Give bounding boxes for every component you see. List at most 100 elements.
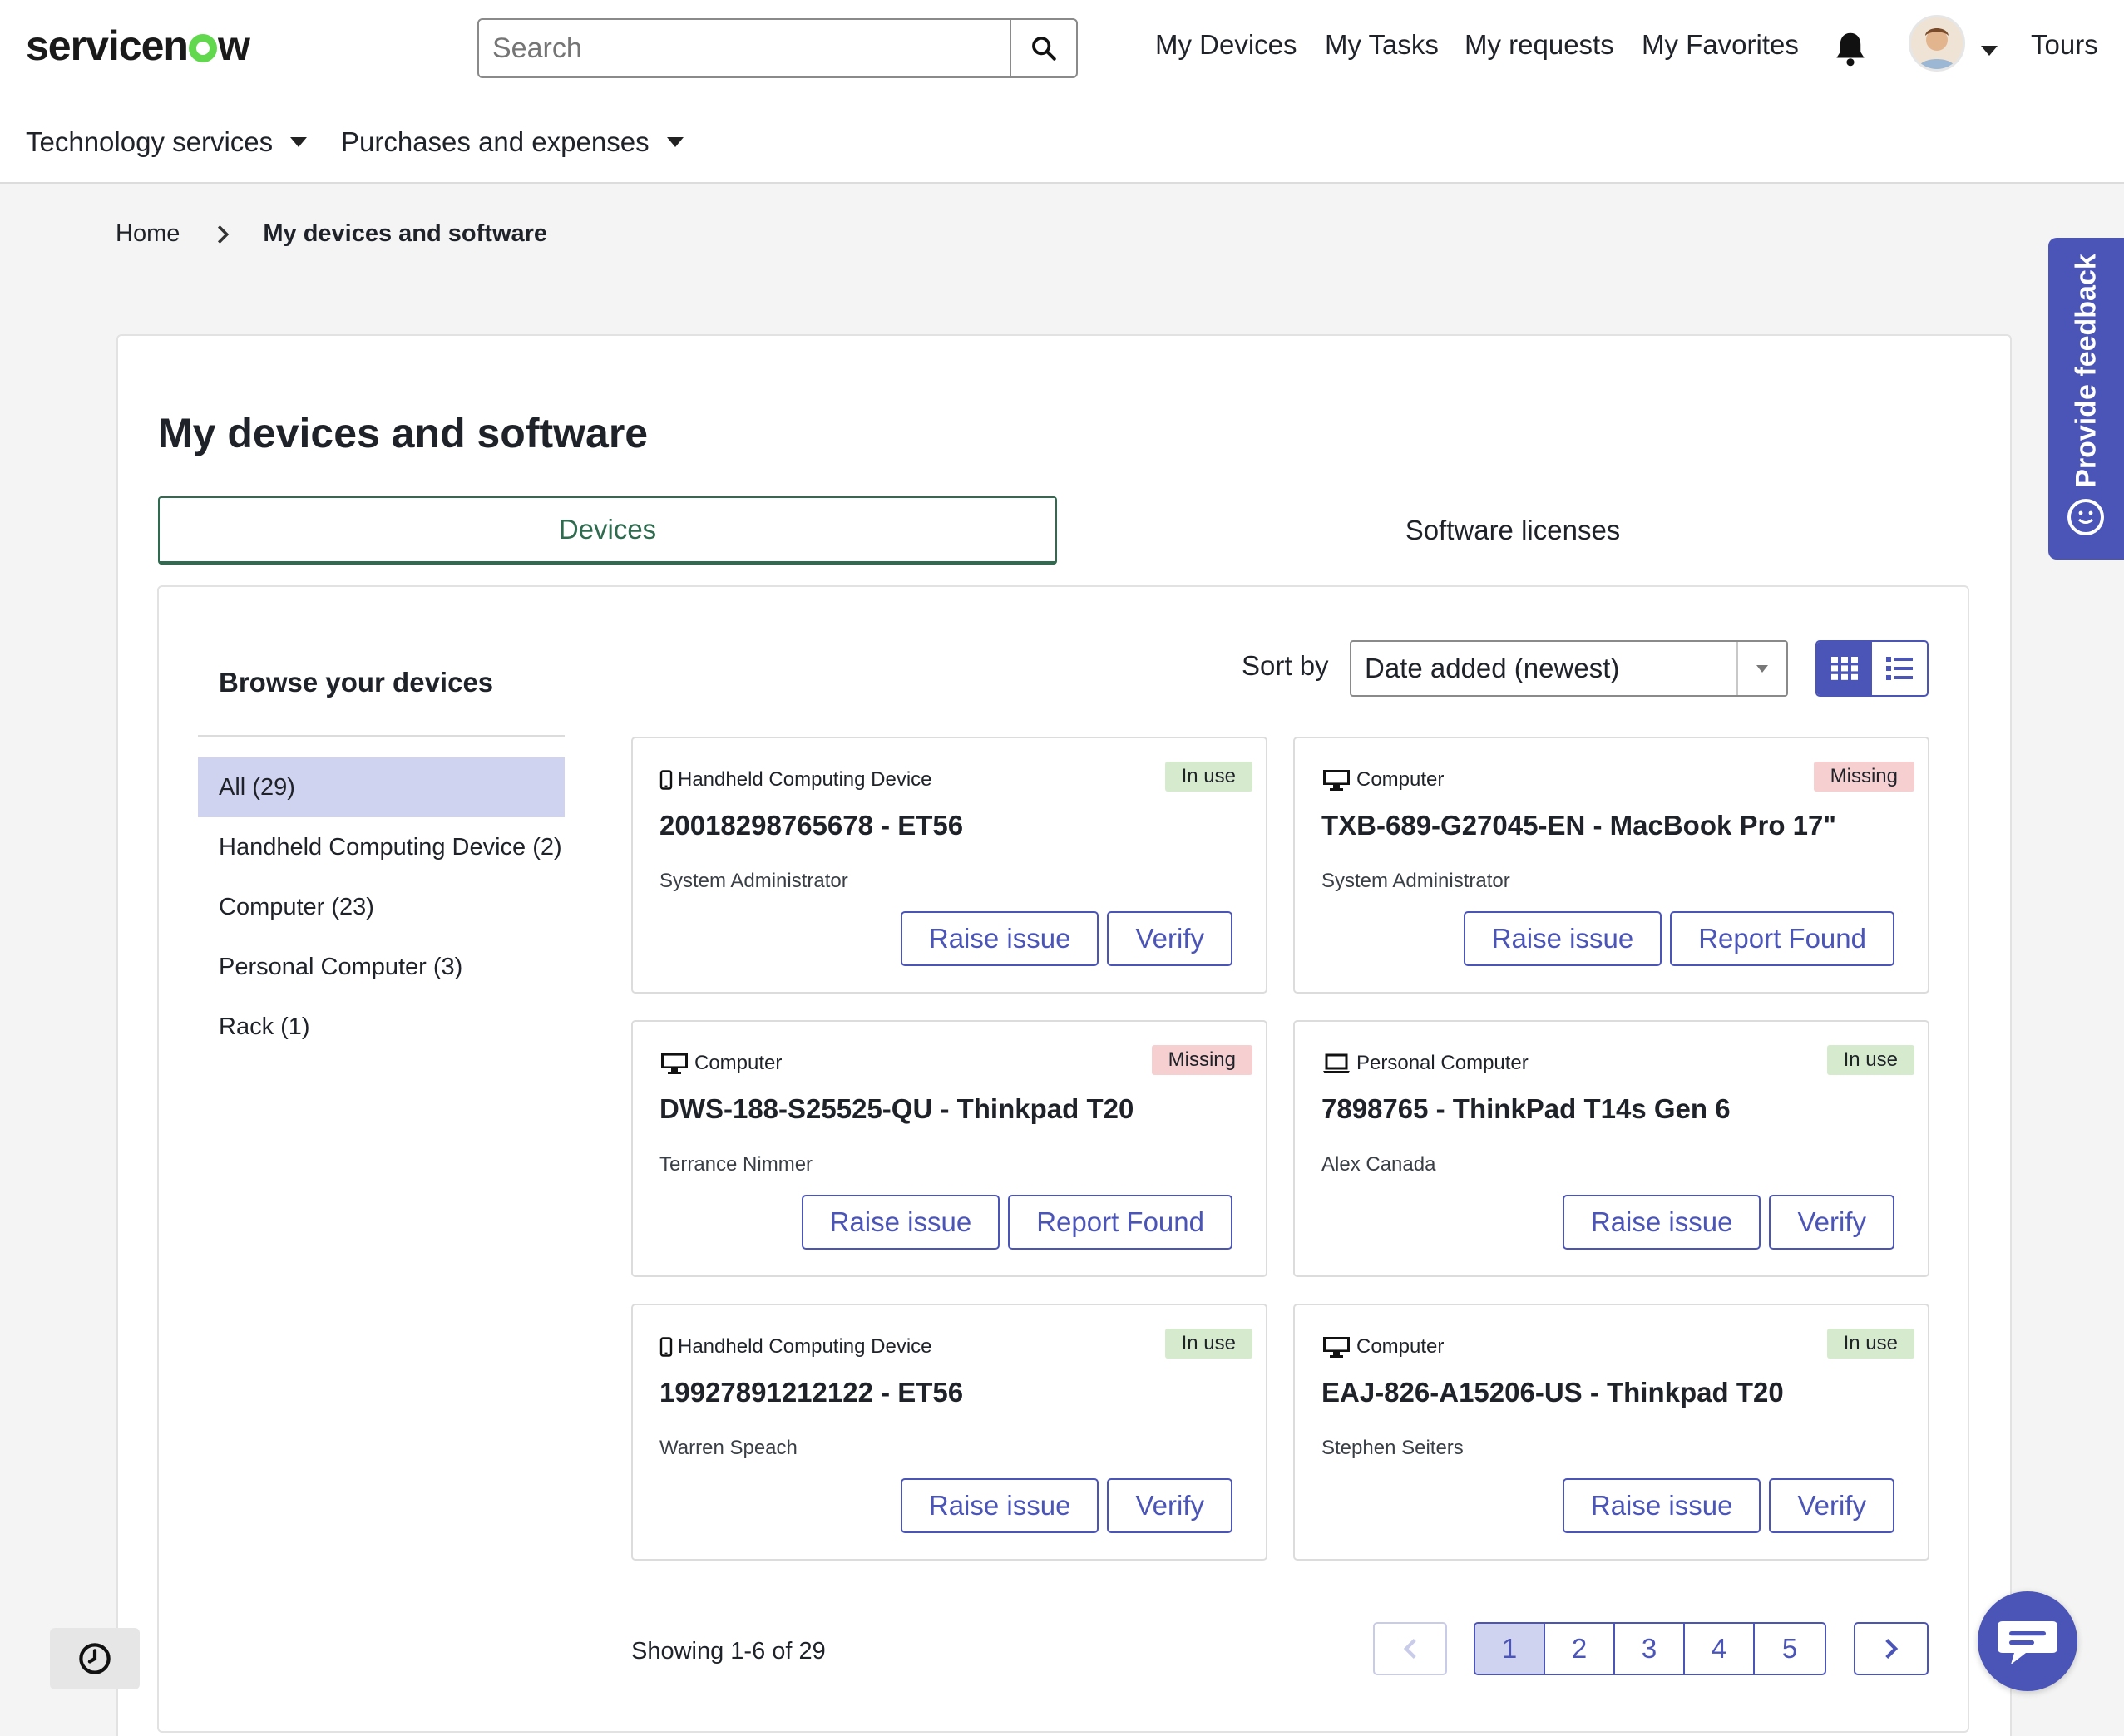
device-type-label: Handheld Computing Device — [678, 768, 932, 791]
user-menu-caret-icon[interactable] — [1981, 46, 1998, 56]
device-card: Computer In use EAJ-826-A15206-US - Thin… — [1293, 1304, 1929, 1561]
feedback-label: Provide feedback — [2070, 254, 2102, 488]
nav-my-devices[interactable]: My Devices — [1155, 29, 1297, 61]
device-card: Personal Computer In use 7898765 - Think… — [1293, 1020, 1929, 1277]
page-2-button[interactable]: 2 — [1545, 1624, 1615, 1674]
verify-button[interactable]: Verify — [1769, 1195, 1894, 1250]
raise-issue-button[interactable]: Raise issue — [1562, 1478, 1761, 1533]
logo-text: servicen — [26, 22, 189, 69]
device-card: Computer Missing DWS-188-S25525-QU - Thi… — [631, 1020, 1267, 1277]
monitor-icon — [1323, 770, 1350, 791]
monitor-icon — [661, 1053, 688, 1074]
raise-issue-button[interactable]: Raise issue — [1562, 1195, 1761, 1250]
mobile-icon — [659, 770, 673, 790]
raise-issue-button[interactable]: Raise issue — [900, 1478, 1099, 1533]
bell-icon — [1836, 32, 1865, 67]
filter-computer[interactable]: Computer (23) — [198, 877, 565, 937]
raise-issue-button[interactable]: Raise issue — [900, 911, 1099, 966]
next-page-button[interactable] — [1854, 1622, 1929, 1675]
prev-page-button[interactable] — [1373, 1622, 1447, 1675]
device-name[interactable]: EAJ-826-A15206-US - Thinkpad T20 — [1321, 1377, 1784, 1408]
device-name[interactable]: DWS-188-S25525-QU - Thinkpad T20 — [659, 1093, 1134, 1125]
device-type: Handheld Computing Device — [659, 1335, 932, 1359]
status-badge: Missing — [1151, 1045, 1252, 1075]
device-type-label: Computer — [1356, 768, 1445, 791]
filter-all[interactable]: All (29) — [198, 757, 565, 817]
search-icon — [1032, 37, 1056, 61]
page-4-button[interactable]: 4 — [1685, 1624, 1755, 1674]
page-3-button[interactable]: 3 — [1615, 1624, 1685, 1674]
device-name[interactable]: 19927891212122 - ET56 — [659, 1377, 963, 1408]
page-1-button[interactable]: 1 — [1475, 1624, 1545, 1674]
user-avatar[interactable] — [1909, 15, 1965, 72]
list-view-button[interactable] — [1872, 642, 1927, 695]
chat-button[interactable] — [1978, 1591, 2077, 1691]
top-header: servicen w My Devices My Tasks My request… — [0, 0, 2124, 184]
device-type-label: Handheld Computing Device — [678, 1335, 932, 1358]
user-photo-icon — [1911, 17, 1963, 69]
verify-button[interactable]: Verify — [1107, 911, 1232, 966]
nav-my-tasks[interactable]: My Tasks — [1325, 29, 1439, 61]
breadcrumb: Home My devices and software — [116, 220, 547, 248]
status-badge: In use — [1826, 1045, 1914, 1075]
report-found-button[interactable]: Report Found — [1670, 911, 1894, 966]
search-input[interactable] — [479, 20, 1010, 76]
chevron-down-icon — [666, 137, 684, 147]
device-type: Personal Computer — [1321, 1052, 1529, 1075]
device-name[interactable]: TXB-689-G27045-EN - MacBook Pro 17" — [1321, 810, 1836, 841]
search-button[interactable] — [1010, 20, 1076, 76]
chat-icon — [1998, 1621, 2057, 1664]
laptop-icon — [1323, 1053, 1350, 1073]
device-owner: Terrance Nimmer — [659, 1153, 813, 1176]
raise-issue-button[interactable]: Raise issue — [801, 1195, 1000, 1250]
status-badge: In use — [1826, 1329, 1914, 1359]
device-type: Handheld Computing Device — [659, 768, 932, 792]
menu-purchases-expenses-label: Purchases and expenses — [341, 126, 650, 157]
device-type: Computer — [1321, 768, 1444, 792]
breadcrumb-current: My devices and software — [263, 220, 548, 247]
logo-text-end: w — [217, 22, 250, 69]
nav-tours[interactable]: Tours — [2031, 29, 2098, 61]
grid-icon — [1831, 657, 1858, 680]
verify-button[interactable]: Verify — [1769, 1478, 1894, 1533]
breadcrumb-home[interactable]: Home — [116, 220, 180, 248]
filter-personal-computer[interactable]: Personal Computer (3) — [198, 937, 565, 997]
device-name[interactable]: 20018298765678 - ET56 — [659, 810, 963, 841]
menu-technology-services[interactable]: Technology services — [26, 126, 308, 158]
sort-select[interactable]: Date added (newest) — [1350, 640, 1788, 697]
device-type-label: Computer — [1356, 1335, 1445, 1358]
verify-button[interactable]: Verify — [1107, 1478, 1232, 1533]
logo-o-mark — [188, 34, 217, 62]
report-found-button[interactable]: Report Found — [1008, 1195, 1232, 1250]
raise-issue-button[interactable]: Raise issue — [1463, 911, 1662, 966]
device-owner: Alex Canada — [1321, 1153, 1436, 1176]
device-type: Computer — [659, 1052, 782, 1075]
smiley-icon — [2067, 499, 2104, 535]
device-type-label: Computer — [694, 1052, 783, 1074]
device-owner: System Administrator — [1321, 870, 1510, 892]
device-type: Computer — [1321, 1335, 1444, 1359]
history-button[interactable] — [50, 1628, 140, 1689]
provide-feedback-tab[interactable]: Provide feedback — [2048, 238, 2124, 560]
nav-my-requests[interactable]: My requests — [1465, 29, 1614, 61]
menu-technology-services-label: Technology services — [26, 126, 274, 157]
menu-purchases-expenses[interactable]: Purchases and expenses — [341, 126, 684, 158]
page-5-button[interactable]: 5 — [1755, 1624, 1825, 1674]
tab-software-licenses[interactable]: Software licenses — [1060, 496, 1966, 565]
grid-view-button[interactable] — [1817, 642, 1872, 695]
chevron-down-icon — [290, 137, 308, 147]
notifications-button[interactable] — [1833, 30, 1868, 72]
nav-my-favorites[interactable]: My Favorites — [1642, 29, 1799, 61]
servicenow-logo[interactable]: servicen w — [26, 22, 250, 70]
sort-label: Sort by — [1242, 650, 1329, 681]
monitor-icon — [1323, 1337, 1350, 1358]
device-name[interactable]: 7898765 - ThinkPad T14s Gen 6 — [1321, 1093, 1731, 1125]
filter-rack[interactable]: Rack (1) — [198, 997, 565, 1057]
pagination: 1 2 3 4 5 — [1474, 1622, 1826, 1675]
tab-devices[interactable]: Devices — [158, 496, 1057, 565]
status-badge: In use — [1164, 1329, 1252, 1359]
clock-icon — [79, 1643, 111, 1674]
dropdown-arrow-icon — [1736, 642, 1786, 695]
filter-handheld[interactable]: Handheld Computing Device (2) — [198, 817, 565, 877]
mobile-icon — [659, 1337, 673, 1357]
